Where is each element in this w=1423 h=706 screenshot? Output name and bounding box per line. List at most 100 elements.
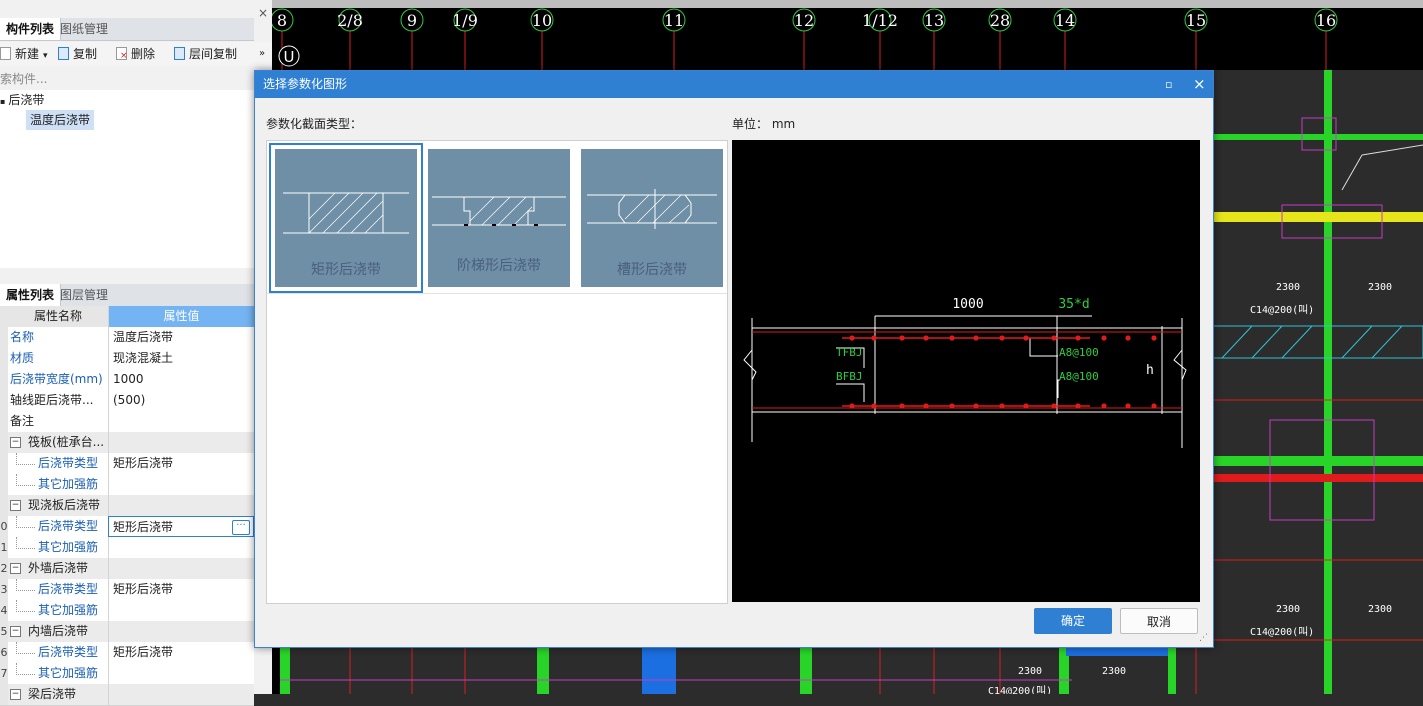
property-row[interactable]: 备注	[0, 411, 254, 433]
property-value[interactable]	[108, 411, 254, 432]
property-value[interactable]: 1000	[108, 369, 254, 390]
property-row[interactable]: 后浇带宽度(mm) 1000	[0, 369, 254, 391]
property-row[interactable]: 0 后浇带类型 矩形后浇带 ···	[0, 516, 254, 538]
tab-property-list[interactable]: 属性列表	[0, 284, 62, 306]
row-number	[0, 453, 8, 474]
rebar-dot	[849, 403, 855, 409]
parametric-shape-dialog: 选择参数化图形 ▫ × 参数化截面类型： 单位： mm 矩形后浇带 阶梯形后浇带…	[254, 70, 1214, 648]
tree-connector	[16, 600, 35, 612]
property-row[interactable]: 轴线距后浇带... (500)	[0, 390, 254, 412]
property-value[interactable]	[108, 600, 254, 621]
tree-node-root[interactable]: ▪ 后浇带	[0, 90, 44, 110]
property-row[interactable]: 其它加强筋	[0, 474, 254, 496]
dialog-titlebar: 选择参数化图形 ▫ ×	[255, 71, 1213, 98]
tree-connector	[16, 663, 35, 675]
rebar-dot	[1101, 335, 1107, 341]
option-rect-band[interactable]: 矩形后浇带	[269, 143, 423, 293]
bottom-rebar-code: BFBJ	[836, 370, 863, 383]
property-value[interactable]	[108, 663, 254, 684]
property-value[interactable]: 矩形后浇带	[108, 579, 254, 600]
property-group-row[interactable]: − 筏板(桩承台...	[0, 432, 254, 454]
copy-button[interactable]: 复制	[58, 45, 97, 63]
property-value[interactable]: 现浇混凝土	[108, 348, 254, 369]
property-row[interactable]: 材质 现浇混凝土	[0, 348, 254, 370]
floor-copy-label: 层间复制	[189, 47, 238, 61]
property-row[interactable]: 6 后浇带类型 矩形后浇带	[0, 642, 254, 664]
property-row[interactable]: 1 其它加强筋	[0, 537, 254, 559]
more-icon[interactable]: »	[259, 45, 265, 63]
property-group-row[interactable]: 5− 内墙后浇带	[0, 621, 254, 643]
property-group-row[interactable]: − 梁后浇带	[0, 684, 254, 706]
maximize-icon[interactable]: ▫	[1165, 71, 1172, 98]
tab-component-list[interactable]: 构件列表	[0, 18, 62, 40]
rect-band-label: 矩形后浇带	[311, 262, 381, 278]
property-value-text: 矩形后浇带	[113, 520, 174, 534]
dimension-label: 2300	[1368, 282, 1392, 293]
option-step-band[interactable]: 阶梯形后浇带	[424, 145, 574, 291]
collapse-icon[interactable]: −	[10, 563, 21, 574]
rebar-dot	[973, 403, 979, 409]
close-icon[interactable]: ×	[1193, 71, 1206, 98]
panel-close-icon[interactable]: ×	[258, 6, 268, 20]
property-value[interactable]	[108, 432, 254, 453]
property-row[interactable]: 名称 温度后浇带	[0, 327, 254, 349]
tree-connector	[16, 579, 35, 591]
axis-label: 13	[924, 11, 944, 30]
property-value[interactable]: 温度后浇带	[108, 327, 254, 348]
axis-label: 1/12	[862, 11, 898, 30]
row-number: 1	[0, 537, 8, 558]
rebar-dot	[1051, 335, 1057, 341]
property-group-row[interactable]: − 现浇板后浇带	[0, 495, 254, 517]
bottom-rebar-spec: A8@100	[1059, 370, 1099, 383]
tree-connector	[16, 642, 35, 654]
cancel-button[interactable]: 取消	[1120, 608, 1198, 634]
tab-layer-manager[interactable]: 图层管理	[54, 284, 114, 306]
collapse-icon[interactable]: −	[10, 689, 21, 700]
floor-copy-icon	[174, 47, 185, 60]
property-tabbar: 属性列表 图层管理	[0, 284, 254, 307]
property-value[interactable]	[108, 558, 254, 579]
property-value[interactable]: 矩形后浇带	[108, 453, 254, 474]
property-value[interactable]: 矩形后浇带	[108, 642, 254, 663]
width-dim-label: 1000	[952, 297, 983, 312]
property-value[interactable]	[108, 684, 254, 705]
property-value-editor[interactable]: 矩形后浇带 ···	[108, 516, 254, 537]
property-name: 其它加强筋	[38, 666, 99, 680]
component-tree: ▪ 后浇带 温度后浇带	[0, 90, 254, 268]
option-groove-band[interactable]: 槽形后浇带	[577, 145, 727, 291]
property-row[interactable]: 7 其它加强筋	[0, 663, 254, 685]
property-value[interactable]	[108, 621, 254, 642]
floor-copy-button[interactable]: 层间复制	[174, 45, 237, 63]
rebar-dot	[1151, 403, 1157, 409]
delete-button[interactable]: × 删除	[116, 45, 155, 63]
property-group-row[interactable]: 2− 外墙后浇带	[0, 558, 254, 580]
bullet-icon: ▪	[0, 97, 6, 106]
axis-label: 8	[277, 11, 287, 30]
shape-gallery: 矩形后浇带 阶梯形后浇带 槽形后浇带	[266, 140, 728, 604]
header-property-value: 属性值	[108, 306, 254, 327]
rebar-dot	[1151, 335, 1157, 341]
resize-grip-icon[interactable]: ⋰	[1199, 633, 1208, 643]
property-value[interactable]: (500)	[108, 390, 254, 411]
property-value[interactable]	[108, 537, 254, 558]
new-button[interactable]: 新建 ▾	[0, 45, 48, 63]
collapse-icon[interactable]: −	[10, 437, 21, 448]
ellipsis-button[interactable]: ···	[232, 520, 250, 535]
tab-drawing-manager[interactable]: 图纸管理	[54, 18, 114, 40]
component-search-input[interactable]: 索构件...	[0, 70, 254, 88]
collapse-icon[interactable]: −	[10, 500, 21, 511]
tree-node-temperature-band[interactable]: 温度后浇带	[26, 110, 95, 130]
rebar-dot	[1051, 403, 1057, 409]
ok-button[interactable]: 确定	[1034, 608, 1112, 634]
property-header-row: 属性名称 属性值	[0, 306, 254, 328]
collapse-icon[interactable]: −	[10, 626, 21, 637]
property-value[interactable]	[108, 495, 254, 516]
dimension-label: 2300	[1276, 282, 1300, 293]
rebar-dot	[973, 335, 979, 341]
property-value[interactable]	[108, 474, 254, 495]
row-number	[0, 390, 8, 411]
rebar-dot	[849, 335, 855, 341]
property-row[interactable]: 3 后浇带类型 矩形后浇带	[0, 579, 254, 601]
property-row[interactable]: 4 其它加强筋	[0, 600, 254, 622]
property-row[interactable]: 后浇带类型 矩形后浇带	[0, 453, 254, 475]
